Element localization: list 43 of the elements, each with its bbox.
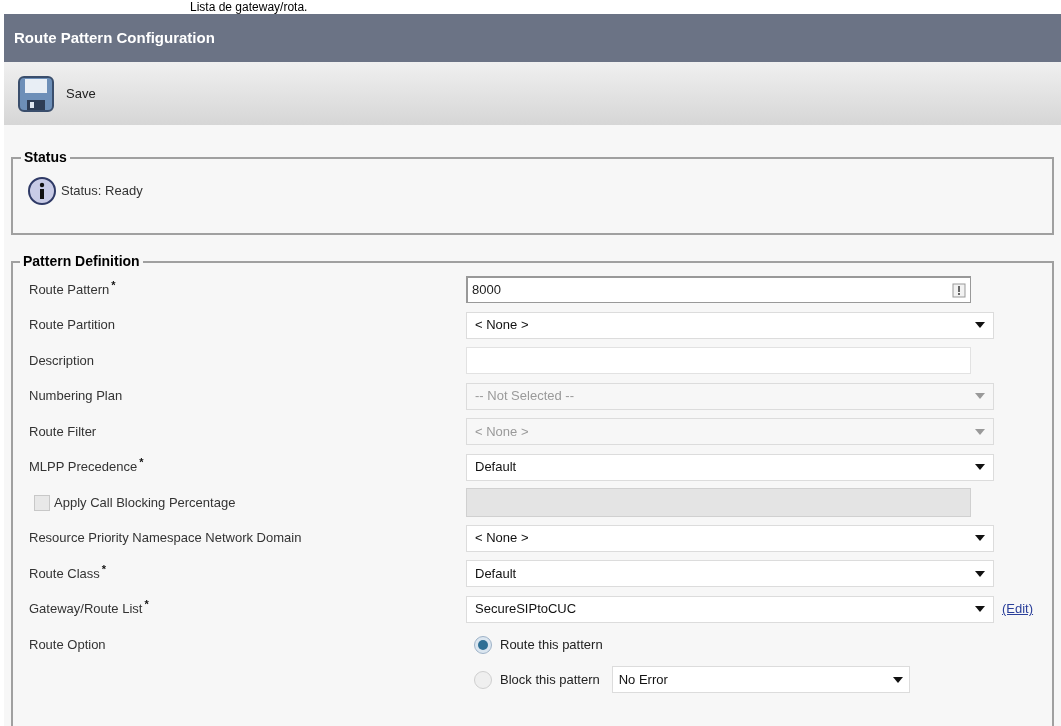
dropdown[interactable]: SecureSIPtoCUC <box>466 595 994 623</box>
field-label: Description <box>29 351 95 370</box>
radio-label: Route this pattern <box>500 635 603 654</box>
required-mark: * <box>139 457 144 469</box>
panel-legend: Pattern Definition <box>20 251 143 272</box>
percentage-field[interactable] <box>466 488 971 517</box>
field-label: Route Option <box>29 636 106 654</box>
field-label: Resource Priority Namespace Network Domain <box>29 529 302 548</box>
dropdown[interactable]: < None > <box>466 524 994 552</box>
dropdown[interactable]: Default <box>466 453 994 481</box>
field-label: Route Pattern <box>29 280 110 299</box>
field-label: Gateway/Route List <box>29 600 143 619</box>
panel-legend: Status <box>21 147 70 168</box>
radio-button[interactable] <box>474 635 492 654</box>
text-field[interactable] <box>466 347 971 374</box>
dropdown-caret-icon <box>975 606 985 612</box>
dropdown[interactable]: < None > <box>466 311 994 339</box>
dropdown-caret-icon <box>975 464 985 470</box>
document-caption: Lista de gateway/rota. <box>190 0 308 14</box>
checkbox-label: Apply Call Blocking Percentage <box>54 493 236 512</box>
field-label: Numbering Plan <box>29 387 123 406</box>
dropdown-caret-icon <box>975 393 985 399</box>
field-label: Route Class <box>29 564 100 583</box>
edit-link[interactable]: (Edit) <box>1002 599 1034 619</box>
radio-label: Block this pattern <box>500 670 600 689</box>
dropdown-caret-icon <box>975 322 985 328</box>
page-title: Route Pattern Configuration <box>14 27 215 48</box>
radio-button[interactable] <box>474 670 492 689</box>
required-mark: * <box>111 279 116 291</box>
dropdown-caret-icon <box>975 428 985 435</box>
dropdown-caret-icon <box>892 676 903 683</box>
dropdown-caret-icon <box>975 570 985 577</box>
required-mark: * <box>144 599 149 611</box>
field-label: Route Partition <box>29 316 115 335</box>
text-field[interactable]: 8000 <box>466 276 971 303</box>
dropdown[interactable]: No Error <box>611 666 910 693</box>
status-message: Status: Ready <box>61 182 143 201</box>
field-label: Route Filter <box>29 422 97 441</box>
dropdown[interactable]: Default <box>466 560 994 587</box>
save-button[interactable]: Save <box>66 83 96 104</box>
field-label: MLPP Precedence <box>29 458 138 477</box>
dropdown-caret-icon <box>975 535 985 541</box>
required-mark: * <box>101 563 107 575</box>
